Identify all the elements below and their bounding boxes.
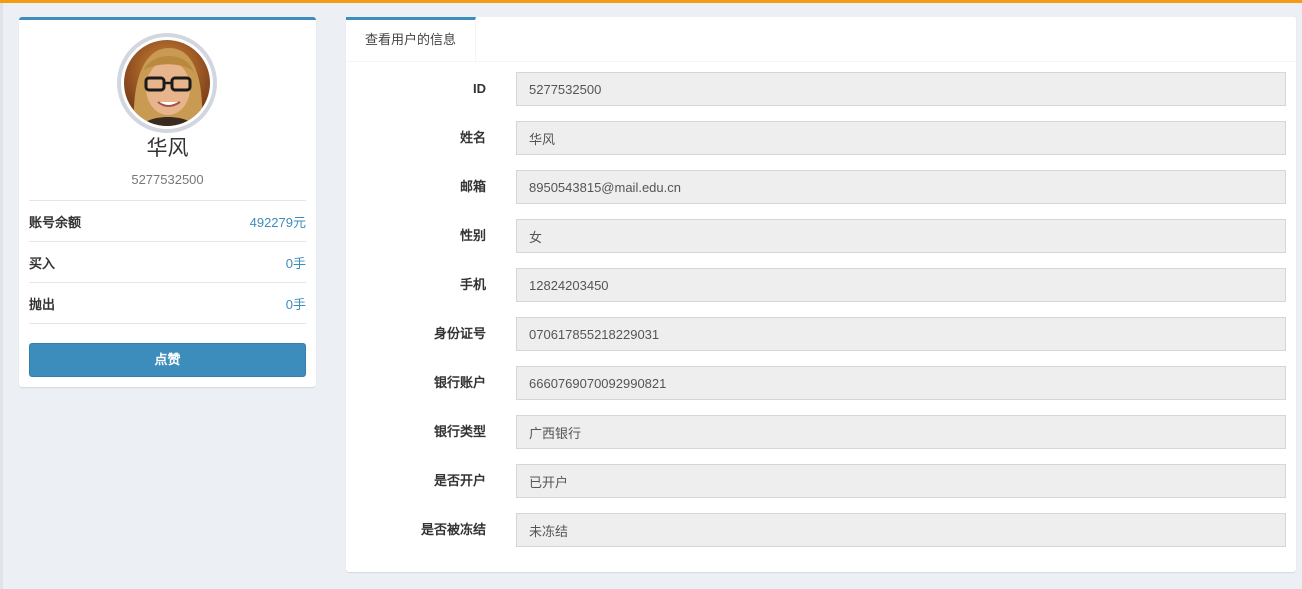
tab-view-user-info[interactable]: 查看用户的信息 (346, 17, 476, 61)
id-field[interactable] (516, 72, 1286, 106)
list-item: 抛出 0手 (29, 283, 306, 324)
form-row-phone: 手机 (346, 268, 1296, 302)
top-accent-bar (0, 0, 1302, 3)
field-label-account-opened: 是否开户 (433, 473, 486, 488)
phone-field[interactable] (516, 268, 1286, 302)
list-item: 买入 0手 (29, 242, 306, 283)
form-row-account-opened: 是否开户 (346, 464, 1296, 498)
form-row-id-card: 身份证号 (346, 317, 1296, 351)
profile-id: 5277532500 (131, 172, 204, 187)
form-row-gender: 性别 (346, 219, 1296, 253)
frozen-status-field[interactable] (516, 513, 1286, 547)
bank-account-field[interactable] (516, 366, 1286, 400)
stat-value-buy[interactable]: 0手 (286, 253, 306, 272)
form-row-id: ID (346, 72, 1296, 106)
stat-value-balance[interactable]: 492279元 (250, 212, 306, 231)
field-label-bank-account: 银行账户 (433, 375, 486, 390)
id-card-field[interactable] (516, 317, 1286, 351)
stat-value-sell[interactable]: 0手 (286, 294, 306, 313)
field-label-gender: 性别 (459, 228, 486, 243)
bank-type-field[interactable] (516, 415, 1286, 449)
field-label-name: 姓名 (459, 130, 486, 145)
field-label-phone: 手机 (459, 277, 486, 292)
field-label-email: 邮箱 (459, 179, 486, 194)
left-edge-strip (0, 3, 3, 589)
field-label-bank-type: 银行类型 (433, 424, 486, 439)
stat-label-balance: 账号余额 (29, 214, 82, 230)
field-label-frozen: 是否被冻结 (420, 522, 486, 537)
gender-field[interactable] (516, 219, 1286, 253)
avatar-photo (124, 40, 210, 126)
form-row-frozen: 是否被冻结 (346, 513, 1296, 547)
profile-stats-list: 账号余额 492279元 买入 0手 抛出 0手 (29, 200, 306, 324)
account-opened-field[interactable] (516, 464, 1286, 498)
tab-header: 查看用户的信息 (346, 17, 1296, 62)
field-label-id: ID (473, 81, 486, 96)
email-field[interactable] (516, 170, 1286, 204)
name-field[interactable] (516, 121, 1286, 155)
form-row-bank-account: 银行账户 (346, 366, 1296, 400)
profile-name: 华风 (146, 137, 189, 160)
form-row-bank-type: 银行类型 (346, 415, 1296, 449)
like-button[interactable]: 点赞 (29, 343, 306, 377)
user-info-panel: 查看用户的信息 ID 姓名 邮箱 性别 手机 身份证号 银行账户 银行类型 是否… (346, 17, 1296, 572)
form-row-email: 邮箱 (346, 170, 1296, 204)
avatar (117, 33, 217, 133)
form-row-name: 姓名 (346, 121, 1296, 155)
list-item: 账号余额 492279元 (29, 201, 306, 242)
profile-card: 华风 5277532500 账号余额 492279元 买入 0手 抛出 0手 点… (19, 17, 316, 387)
field-label-id-card: 身份证号 (433, 326, 486, 341)
stat-label-sell: 抛出 (29, 296, 56, 312)
stat-label-buy: 买入 (29, 255, 56, 271)
